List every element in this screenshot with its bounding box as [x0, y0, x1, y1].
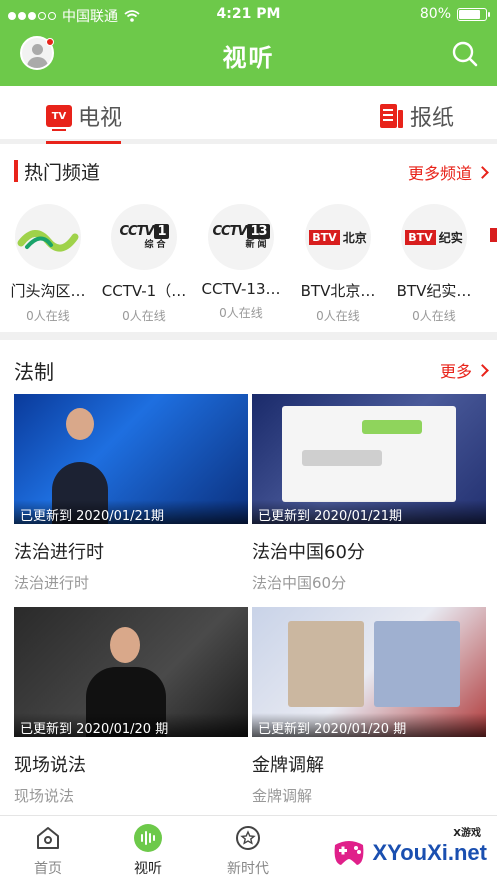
newspaper-icon	[380, 104, 404, 128]
video-card[interactable]: 已更新到 2020/01/21期 法治中国60分 法治中国60分	[252, 394, 486, 593]
channel-name: CCTV-13…	[201, 280, 281, 298]
channel-online-count: 0人在线	[122, 309, 166, 323]
video-card[interactable]: 已更新到 2020/01/21期 法治进行时 法治进行时	[14, 394, 248, 593]
logo-sub: 纪实	[438, 230, 463, 245]
status-bar: 中国联通 4:21 PM 80%	[0, 0, 497, 30]
nav-home[interactable]: 首页	[8, 824, 88, 878]
video-card[interactable]: 已更新到 2020/01/20 期 现场说法 现场说法	[14, 607, 248, 806]
channel-name: BTV北京…	[300, 282, 376, 300]
logo-text: CCTV	[212, 224, 247, 239]
page-title: 视听	[222, 44, 275, 72]
video-card[interactable]: 已更新到 2020/01/20 期 金牌调解 金牌调解	[252, 607, 486, 806]
video-thumbnail: 已更新到 2020/01/21期	[14, 394, 248, 524]
video-thumbnail: 已更新到 2020/01/20 期	[14, 607, 248, 737]
nav-audio-video[interactable]: 视听	[108, 824, 188, 878]
tv-icon: TV	[46, 105, 72, 131]
channel-name: CCTV-1（…	[101, 282, 187, 300]
logo-sub: 北京	[342, 230, 367, 245]
star-circle-icon	[234, 824, 262, 852]
more-law-link[interactable]: 更多	[439, 358, 489, 382]
channel-item[interactable]: 门头沟区… 0人在线	[0, 204, 96, 324]
logo-number: 13	[247, 224, 270, 239]
video-thumbnail: 已更新到 2020/01/21期	[252, 394, 486, 524]
channel-logo: CCTV 1 综合	[111, 204, 177, 270]
channel-item[interactable]: BTV 纪实 BTV纪实… 0人在线	[386, 204, 482, 324]
channel-logo: BTV 北京	[305, 204, 371, 270]
logo-number: 1	[154, 224, 169, 239]
video-title: 金牌调解	[252, 755, 324, 776]
channel-logo: CCTV 13 新闻	[208, 204, 274, 270]
hot-channels-header: 热门频道 更多频道	[0, 150, 497, 190]
update-badge: 已更新到 2020/01/21期	[252, 500, 486, 524]
channel-name: BTV纪实…	[396, 282, 472, 300]
battery-icon	[457, 7, 490, 21]
nav-audio-video-label: 视听	[134, 861, 162, 877]
video-subtitle: 现场说法	[14, 787, 75, 805]
bottom-navigation: 首页 视听 新时代 X游戏 XYouXi.net	[0, 815, 497, 883]
update-badge: 已更新到 2020/01/21期	[14, 500, 248, 524]
nav-new-era[interactable]: 新时代	[208, 824, 288, 878]
app-header: 中国联通 4:21 PM 80% 视听	[0, 0, 497, 86]
channel-online-count: 0人在线	[219, 306, 263, 320]
search-icon[interactable]	[451, 40, 479, 68]
section-title: 法制	[14, 360, 54, 384]
channel-logo: BTV 纪实	[401, 204, 467, 270]
channel-online-count: 0人在线	[412, 309, 456, 323]
audio-wave-icon	[134, 824, 162, 852]
nav-new-era-label: 新时代	[227, 861, 269, 877]
section-title: 热门频道	[24, 162, 101, 184]
more-channels-label: 更多频道	[407, 164, 472, 183]
more-channels-link[interactable]: 更多频道	[407, 160, 489, 184]
video-title: 现场说法	[14, 755, 86, 776]
channel-name: 门头沟区…	[10, 282, 86, 300]
video-subtitle: 法治进行时	[14, 574, 90, 592]
watermark-text: XYouXi.net	[372, 840, 488, 865]
logo-text: BTV	[405, 229, 436, 245]
video-subtitle: 法治中国60分	[252, 574, 347, 592]
channel-list: 门头沟区… 0人在线 CCTV 1 综合 CCTV-1（… 0人在线 CCTV 13…	[0, 198, 497, 328]
channel-item[interactable]: BTV 北京 BTV北京… 0人在线	[290, 204, 386, 324]
video-thumbnail: 已更新到 2020/01/20 期	[252, 607, 486, 737]
gamepad-logo-icon	[334, 841, 363, 865]
channel-item[interactable]: CCTV 13 新闻 CCTV-13… 0人在线	[193, 204, 289, 321]
next-channel-peek	[490, 228, 497, 242]
home-icon	[34, 824, 62, 852]
video-title: 法治进行时	[14, 542, 104, 563]
nav-home-label: 首页	[34, 861, 62, 877]
battery-percent: 80%	[419, 6, 451, 22]
video-subtitle: 金牌调解	[252, 787, 313, 805]
section-divider	[0, 332, 497, 340]
channel-item[interactable]: CCTV 1 综合 CCTV-1（… 0人在线	[96, 204, 192, 324]
tab-newspaper-label: 报纸	[410, 106, 455, 131]
channel-online-count: 0人在线	[26, 309, 70, 323]
chevron-right-icon	[476, 363, 489, 377]
watermark: XYouXi.net	[329, 833, 488, 873]
tab-tv-label: 电视	[78, 106, 123, 131]
video-title: 法治中国60分	[252, 542, 365, 563]
more-law-label: 更多	[439, 362, 472, 381]
chevron-right-icon	[476, 165, 489, 179]
section-marker	[14, 160, 18, 182]
update-badge: 已更新到 2020/01/20 期	[252, 713, 486, 737]
media-tabs: TV 电视 报纸	[0, 86, 497, 144]
logo-text: BTV	[309, 229, 340, 245]
active-tab-indicator	[46, 141, 121, 144]
channel-online-count: 0人在线	[316, 309, 360, 323]
logo-text: CCTV	[119, 224, 154, 239]
law-section-header: 法制 更多	[0, 348, 497, 388]
update-badge: 已更新到 2020/01/20 期	[14, 713, 248, 737]
tab-newspaper[interactable]: 报纸	[380, 100, 454, 132]
channel-logo	[15, 204, 81, 270]
tab-tv[interactable]: TV 电视	[46, 100, 122, 132]
